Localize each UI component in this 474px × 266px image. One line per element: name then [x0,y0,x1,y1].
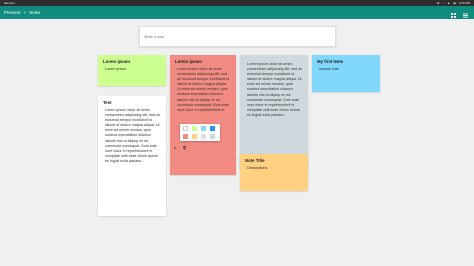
breadcrumb-notes[interactable]: Notes [29,6,40,19]
breadcrumb-preserve[interactable]: Preserve [4,6,21,19]
breadcrumb-separator: > [23,10,27,15]
note-card[interactable]: Note Title Descriptions [240,154,308,191]
note-body: Descriptions [247,166,268,170]
note-title: Test [103,100,112,105]
delete-icon[interactable]: 🗑 [182,146,187,150]
note-card[interactable]: My first Note sample note [312,55,380,92]
color-swatch[interactable] [192,126,197,131]
color-swatch[interactable] [201,134,206,139]
app-header: Preserve > Notes [0,6,474,19]
breadcrumb: Preserve > Notes [4,6,40,19]
note-body: Lorem ipsum dolor sit amet, consectetur … [247,62,303,117]
notes-board: Lorem ipsum Lorem ipsum Test Lorem ipsum… [0,19,474,266]
note-card[interactable]: Lorem ipsum Lorem ipsum [98,55,166,86]
note-title: Lorem ipsum [103,59,130,64]
color-swatch[interactable] [192,134,197,139]
color-swatch[interactable] [183,134,188,139]
note-card[interactable]: Test Lorem ipsum dolor sit amet, consect… [98,96,166,216]
menu-icon[interactable] [463,10,468,18]
color-swatch[interactable] [201,126,206,131]
grid-view-icon[interactable] [451,10,456,18]
color-swatch[interactable] [183,126,188,131]
note-card[interactable]: Lorem ipsum dolor sit amet, consectetur … [240,55,308,170]
note-body: Lorem ipsum dolor sit amet, consectetur … [177,67,230,112]
note-card-active[interactable]: Lorem ipsum Lorem ipsum dolor sit amet, … [170,55,236,175]
color-swatches [183,126,217,139]
note-title: Lorem ipsum [175,59,202,64]
write-note-input[interactable] [139,26,336,47]
note-title: My first Note [317,59,344,64]
note-body: Lorem ipsum [105,67,127,71]
color-swatch[interactable] [210,126,215,131]
color-palette [180,124,220,141]
note-body: Lorem ipsum dolor sit amet, consectetur … [105,108,161,163]
header-actions [451,6,468,18]
note-body: sample note [319,67,340,71]
pin-button[interactable]: A [174,146,176,150]
note-title: Note Title [245,158,265,163]
color-swatch[interactable] [210,134,215,139]
note-toolbar: A 🗑 [174,146,187,150]
